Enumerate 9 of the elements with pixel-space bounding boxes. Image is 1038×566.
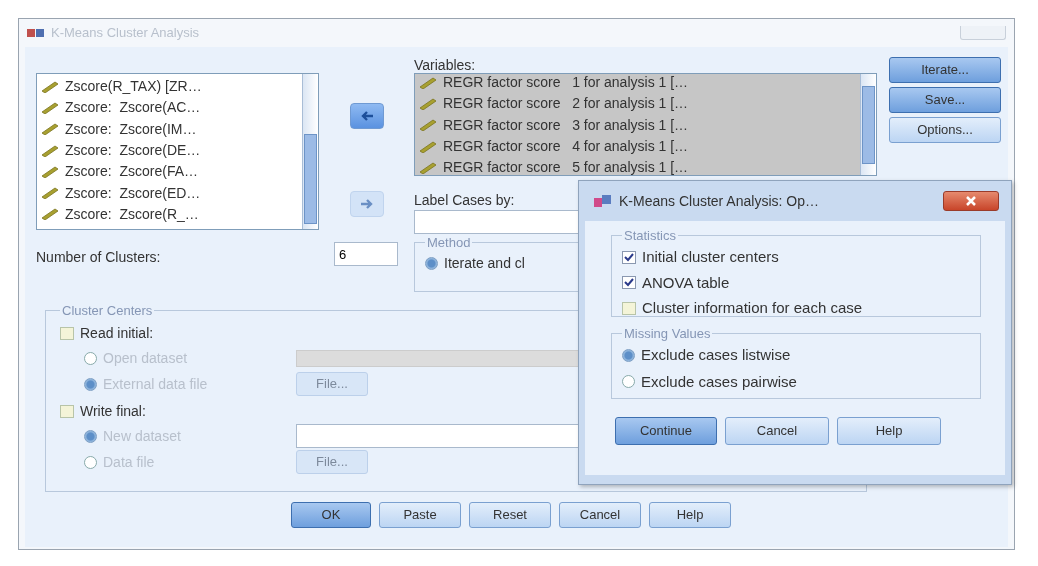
dialog-title: K-Means Cluster Analysis: Op… bbox=[619, 191, 819, 211]
group-title: Cluster Centers bbox=[61, 304, 154, 317]
group-title: Statistics bbox=[623, 229, 677, 242]
window-title: K-Means Cluster Analysis bbox=[51, 24, 200, 43]
group-title: Method bbox=[426, 236, 472, 249]
label-cases-label: Label Cases by: bbox=[414, 192, 515, 208]
group-title: Missing Values bbox=[623, 327, 712, 340]
variables-label: Variables: bbox=[414, 57, 476, 73]
clusters-label: Number of Clusters: bbox=[36, 248, 162, 267]
